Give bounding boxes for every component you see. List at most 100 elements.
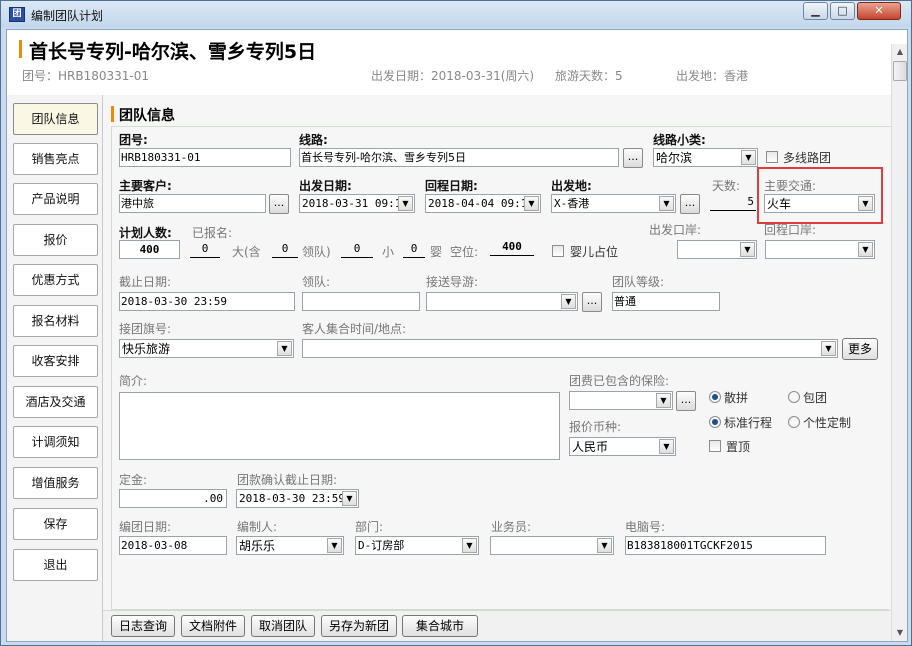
sidebar-item-quote[interactable]: 报价 xyxy=(13,224,98,256)
scroll-thumb[interactable] xyxy=(893,61,907,81)
depart-place-picker-button[interactable]: ... xyxy=(680,194,700,214)
sidebar-item-operator-notes[interactable]: 计调须知 xyxy=(13,426,98,458)
creator-select[interactable]: 胡乐乐 ▼ xyxy=(236,536,344,555)
currency-select[interactable]: 人民币 ▼ xyxy=(569,437,676,456)
chevron-down-icon[interactable]: ▼ xyxy=(659,439,674,454)
chevron-down-icon[interactable]: ▼ xyxy=(597,538,612,553)
scroll-down-icon[interactable]: ▼ xyxy=(892,625,907,641)
sidebar-item-customer-arrangement[interactable]: 收客安排 xyxy=(13,345,98,377)
guide-select[interactable]: ▼ xyxy=(426,292,578,311)
close-button[interactable]: ✕ xyxy=(857,2,901,20)
chevron-down-icon[interactable]: ▼ xyxy=(858,242,873,257)
agency-value: 快乐旅游 xyxy=(122,342,171,356)
team-info-panel: 团队信息 团号: HRB180331-01 线路: 首长号专列-哈尔滨、雪乡专列… xyxy=(103,95,891,610)
chevron-down-icon[interactable]: ▼ xyxy=(561,294,576,309)
cancel-group-button[interactable]: 取消团队 xyxy=(251,615,315,637)
department-select[interactable]: D-订房部 ▼ xyxy=(355,536,479,555)
salesman-select[interactable]: ▼ xyxy=(490,536,614,555)
deposit-field[interactable]: .00 xyxy=(119,489,227,508)
insurance-picker-button[interactable]: ... xyxy=(676,391,696,411)
route-field[interactable]: 首长号专列-哈尔滨、雪乡专列5日 xyxy=(299,148,619,167)
maximize-button[interactable]: □ xyxy=(830,2,855,20)
sidebar-item-value-added[interactable]: 增值服务 xyxy=(13,467,98,499)
pay-deadline-picker[interactable]: 2018-03-30 23:59 ▼ xyxy=(236,489,359,508)
grade-field[interactable]: 普通 xyxy=(612,292,720,311)
chevron-down-icon[interactable]: ▼ xyxy=(656,393,671,408)
sidebar-item-discounts[interactable]: 优惠方式 xyxy=(13,264,98,296)
infant-count-field[interactable]: 0 xyxy=(403,240,425,258)
chevron-down-icon[interactable]: ▼ xyxy=(327,538,342,553)
scatter-radio[interactable] xyxy=(709,391,721,403)
charter-radio[interactable] xyxy=(788,391,800,403)
depart-port-select[interactable]: ▼ xyxy=(677,240,757,259)
custom-itinerary-radio[interactable] xyxy=(788,416,800,428)
gather-select[interactable]: ▼ xyxy=(302,339,838,358)
customer-picker-button[interactable]: ... xyxy=(269,194,289,214)
chevron-down-icon[interactable]: ▼ xyxy=(740,242,755,257)
group-no-label: 团号: xyxy=(119,133,148,147)
plan-count-field[interactable]: 400 xyxy=(119,240,180,259)
sidebar-item-sales-highlights[interactable]: 销售亮点 xyxy=(13,143,98,175)
days-field[interactable]: 5 xyxy=(710,193,756,211)
vertical-scrollbar[interactable]: ▲ ▼ xyxy=(891,44,907,641)
route-sub-value: 哈尔滨 xyxy=(656,151,693,165)
chevron-down-icon[interactable]: ▼ xyxy=(524,196,539,211)
route-sub-select[interactable]: 哈尔滨 ▼ xyxy=(653,148,758,167)
save-as-new-button[interactable]: 另存为新团 xyxy=(321,615,397,637)
leader-count-field[interactable]: 0 xyxy=(272,240,298,258)
agency-select[interactable]: 快乐旅游 ▼ xyxy=(119,339,294,358)
standard-itinerary-radio[interactable] xyxy=(709,416,721,428)
return-port-select[interactable]: ▼ xyxy=(765,240,875,259)
sidebar-item-team-info[interactable]: 团队信息 xyxy=(13,103,98,135)
brief-textarea[interactable] xyxy=(119,392,560,460)
vacancy-field[interactable]: 400 xyxy=(490,238,534,256)
chevron-down-icon[interactable]: ▼ xyxy=(277,341,292,356)
pin-checkbox[interactable] xyxy=(709,440,721,452)
sidebar-item-product-description[interactable]: 产品说明 xyxy=(13,183,98,215)
title-bar[interactable]: 团 编制团队计划 ▁ □ ✕ xyxy=(1,1,911,27)
scatter-label: 散拼 xyxy=(724,391,749,405)
chevron-down-icon[interactable]: ▼ xyxy=(659,196,674,211)
grade-label: 团队等级: xyxy=(612,275,665,289)
depart-date-label: 出发日期: xyxy=(299,179,352,193)
chevron-down-icon[interactable]: ▼ xyxy=(741,150,756,165)
guide-picker-button[interactable]: ... xyxy=(582,292,602,312)
sidebar-save-button[interactable]: 保存 xyxy=(13,508,98,540)
sidebar-item-hotel-transport[interactable]: 酒店及交通 xyxy=(13,386,98,418)
leader-field[interactable] xyxy=(302,292,420,311)
child-label: 小 xyxy=(382,245,395,259)
infant-seat-checkbox[interactable] xyxy=(552,245,564,257)
leader-field-label: 领队: xyxy=(302,275,331,289)
adult-label: 大(含 xyxy=(232,245,261,259)
created-date-field[interactable]: 2018-03-08 xyxy=(119,536,227,555)
chevron-down-icon[interactable]: ▼ xyxy=(342,491,357,506)
computer-no-field[interactable]: B183818001TGCKF2015 xyxy=(625,536,826,555)
leader-label: 领队) xyxy=(302,245,331,259)
customer-field[interactable]: 港中旅 xyxy=(119,194,266,213)
sidebar-exit-button[interactable]: 退出 xyxy=(13,549,98,581)
header-depart-date: 出发日期：2018-03-31(周六) xyxy=(371,69,535,83)
return-date-picker[interactable]: 2018-04-04 09:15 ▼ xyxy=(425,194,541,213)
window-title: 编制团队计划 xyxy=(31,9,104,23)
group-no-field[interactable]: HRB180331-01 xyxy=(119,148,291,167)
depart-date-picker[interactable]: 2018-03-31 09:15 ▼ xyxy=(299,194,415,213)
minimize-button[interactable]: ▁ xyxy=(803,2,828,20)
insurance-select[interactable]: ▼ xyxy=(569,391,673,410)
chevron-down-icon[interactable]: ▼ xyxy=(398,196,413,211)
gather-city-button[interactable]: 集合城市 xyxy=(402,615,478,637)
depart-place-select[interactable]: X-香港 ▼ xyxy=(551,194,676,213)
sidebar: 团队信息 销售亮点 产品说明 报价 优惠方式 报名材料 收客安排 酒店及交通 计… xyxy=(7,95,103,641)
child-count-field[interactable]: 0 xyxy=(341,240,373,258)
scroll-up-icon[interactable]: ▲ xyxy=(892,44,907,60)
chevron-down-icon[interactable]: ▼ xyxy=(821,341,836,356)
route-picker-button[interactable]: ... xyxy=(623,148,643,168)
adult-count-field[interactable]: 0 xyxy=(190,240,220,258)
log-query-button[interactable]: 日志查询 xyxy=(111,615,175,637)
chevron-down-icon[interactable]: ▼ xyxy=(462,538,477,553)
multi-route-checkbox[interactable] xyxy=(766,151,778,163)
sidebar-item-application-materials[interactable]: 报名材料 xyxy=(13,305,98,337)
section-title: 团队信息 xyxy=(119,108,175,124)
deadline-field[interactable]: 2018-03-30 23:59 xyxy=(119,292,295,311)
more-button[interactable]: 更多 xyxy=(842,338,878,360)
attachments-button[interactable]: 文档附件 xyxy=(181,615,245,637)
